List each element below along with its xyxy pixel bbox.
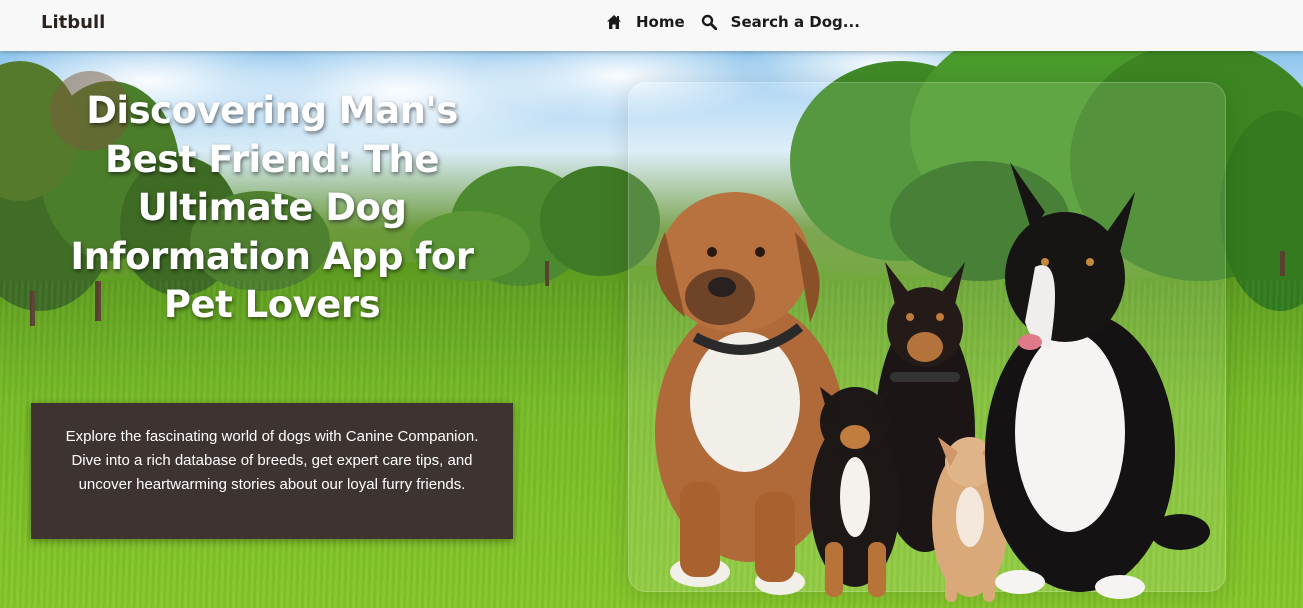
small-black-dog-figure — [810, 387, 900, 597]
nav-links: Home Search a Dog... — [606, 13, 860, 31]
hero-description: Explore the fascinating world of dogs wi… — [65, 428, 479, 493]
hero-section: Discovering Man's Best Friend: The Ultim… — [0, 51, 1303, 608]
dogs-group-image — [655, 162, 1210, 602]
search-icon — [701, 14, 717, 30]
nav-search-label: Search a Dog... — [730, 13, 860, 31]
nav-home-label: Home — [636, 13, 685, 31]
border-collie-figure — [985, 162, 1210, 599]
hero-description-box: Explore the fascinating world of dogs wi… — [31, 403, 513, 539]
hero-title: Discovering Man's Best Friend: The Ultim… — [70, 89, 474, 326]
home-icon — [607, 15, 621, 29]
brand-logo[interactable]: Litbull — [41, 12, 105, 33]
navbar: Litbull Home Search a Dog... — [0, 0, 1303, 51]
nav-home-link[interactable]: Home — [606, 13, 685, 31]
nav-search-link[interactable]: Search a Dog... — [701, 13, 860, 31]
